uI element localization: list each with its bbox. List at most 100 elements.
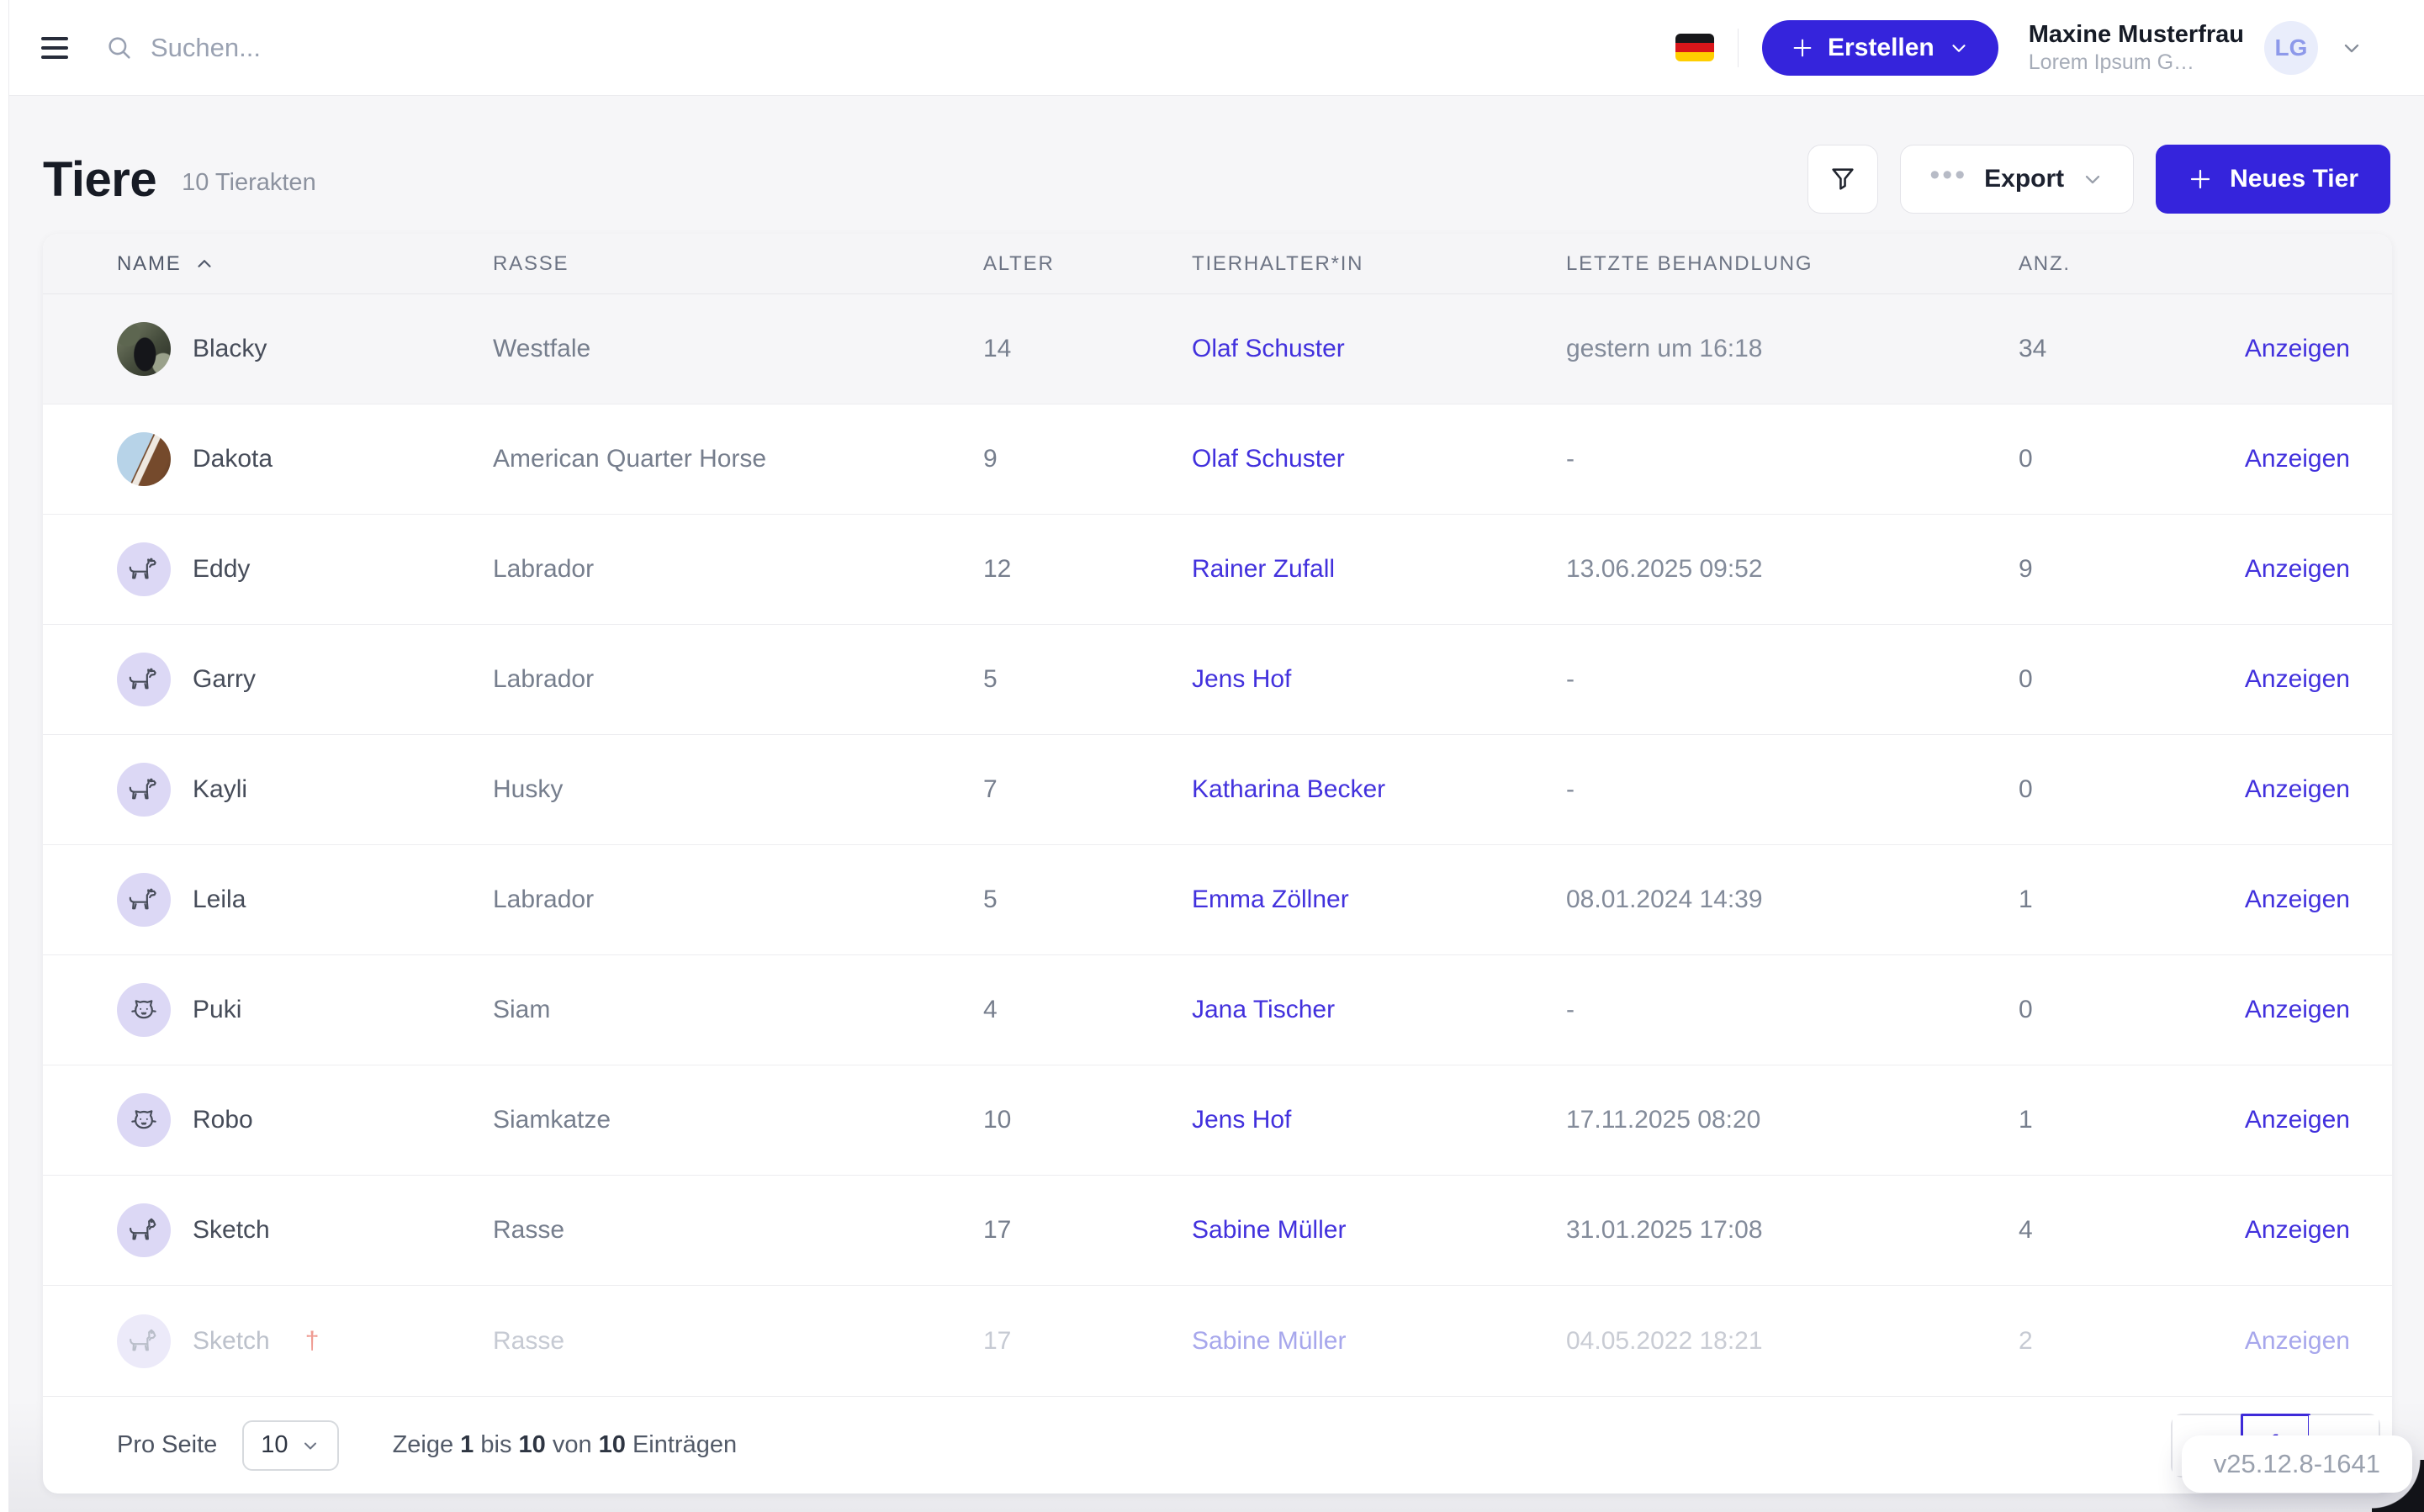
treatment-count-cell: 0 (2019, 665, 2230, 694)
pet-name-cell: Sketch (117, 1203, 493, 1257)
german-flag-icon[interactable] (1675, 34, 1714, 61)
menu-icon[interactable] (41, 37, 68, 59)
show-cell: Anzeigen (2230, 335, 2350, 363)
table-row[interactable]: PukiSiam4Jana Tischer-0Anzeigen (43, 955, 2392, 1065)
create-button[interactable]: Erstellen (1762, 20, 1998, 76)
show-cell: Anzeigen (2230, 775, 2350, 804)
show-link[interactable]: Anzeigen (2245, 1216, 2350, 1244)
table-row[interactable]: Sketch†Rasse17Sabine Müller04.05.2022 18… (43, 1286, 2392, 1396)
table-row[interactable]: KayliHusky7Katharina Becker-0Anzeigen (43, 735, 2392, 845)
show-link[interactable]: Anzeigen (2245, 665, 2350, 693)
owner-cell: Jens Hof (1192, 665, 1566, 694)
dog-icon (117, 763, 171, 817)
table-row[interactable]: BlackyWestfale14Olaf Schustergestern um … (43, 294, 2392, 404)
age-cell: 12 (983, 555, 1192, 584)
owner-link[interactable]: Olaf Schuster (1192, 335, 1345, 362)
breed-cell: Westfale (493, 335, 983, 363)
global-search (105, 33, 1675, 63)
pet-name-cell: Puki (117, 983, 493, 1037)
column-header-label: NAME (117, 252, 182, 276)
show-link[interactable]: Anzeigen (2245, 1106, 2350, 1134)
column-header-age[interactable]: ALTER (983, 252, 1192, 276)
column-header-owner[interactable]: TIERHALTER*IN (1192, 252, 1566, 276)
last-treatment-cell: 08.01.2024 14:39 (1566, 886, 2019, 914)
table-row[interactable]: RoboSiamkatze10Jens Hof17.11.2025 08:201… (43, 1065, 2392, 1176)
pet-name-cell: Kayli (117, 763, 493, 817)
column-header-label: LETZTE BEHANDLUNG (1566, 252, 1813, 276)
treatment-count-cell: 0 (2019, 445, 2230, 473)
last-treatment-cell: 04.05.2022 18:21 (1566, 1327, 2019, 1356)
age-cell: 5 (983, 886, 1192, 914)
treatment-count-cell: 34 (2019, 335, 2230, 363)
age-cell: 4 (983, 996, 1192, 1024)
user-name: Maxine Musterfrau (2029, 19, 2244, 50)
pet-photo-avatar (117, 322, 171, 376)
chevron-down-icon (1948, 37, 1970, 59)
last-treatment-cell: - (1566, 996, 2019, 1024)
search-input[interactable] (151, 33, 655, 63)
pet-name: Robo (193, 1106, 253, 1134)
owner-link[interactable]: Jana Tischer (1192, 996, 1335, 1023)
plus-icon (2188, 167, 2213, 192)
export-button-label: Export (1984, 165, 2064, 193)
show-link[interactable]: Anzeigen (2245, 775, 2350, 803)
pet-name-cell: Garry (117, 653, 493, 706)
table-row[interactable]: SketchRasse17Sabine Müller31.01.2025 17:… (43, 1176, 2392, 1286)
column-header-count[interactable]: ANZ. (2019, 252, 2230, 276)
table-row[interactable]: DakotaAmerican Quarter Horse9Olaf Schust… (43, 404, 2392, 515)
show-cell: Anzeigen (2230, 555, 2350, 584)
table-row[interactable]: LeilaLabrador5Emma Zöllner 08.01.2024 14:… (43, 845, 2392, 955)
show-link[interactable]: Anzeigen (2245, 445, 2350, 473)
breed-cell: American Quarter Horse (493, 445, 983, 473)
new-animal-button-label: Neues Tier (2230, 165, 2358, 193)
treatment-count-cell: 2 (2019, 1327, 2230, 1356)
record-count: 10 Tierakten (182, 162, 316, 197)
show-link[interactable]: Anzeigen (2245, 996, 2350, 1023)
column-header-label: TIERHALTER*IN (1192, 252, 1363, 276)
show-link[interactable]: Anzeigen (2245, 555, 2350, 583)
column-header-name[interactable]: NAME (117, 252, 493, 276)
table-row[interactable]: EddyLabrador12Rainer Zufall13.06.2025 09… (43, 515, 2392, 625)
show-link[interactable]: Anzeigen (2245, 886, 2350, 913)
breed-cell: Labrador (493, 665, 983, 694)
owner-link[interactable]: Emma Zöllner (1192, 886, 1349, 913)
show-cell: Anzeigen (2230, 1216, 2350, 1245)
breed-cell: Labrador (493, 886, 983, 914)
pet-name-cell: Dakota (117, 432, 493, 486)
age-cell: 14 (983, 335, 1192, 363)
column-header-label: ALTER (983, 252, 1055, 276)
column-header-last_treatment[interactable]: LETZTE BEHANDLUNG (1566, 252, 2019, 276)
new-animal-button[interactable]: Neues Tier (2156, 145, 2390, 214)
topbar-right: Erstellen Maxine Musterfrau Lorem Ipsum … (1675, 19, 2363, 77)
per-page-label: Pro Seite (117, 1431, 217, 1459)
show-link[interactable]: Anzeigen (2245, 335, 2350, 362)
owner-link[interactable]: Sabine Müller (1192, 1327, 1346, 1355)
owner-link[interactable]: Olaf Schuster (1192, 445, 1345, 473)
head-actions: ••• Export Neues Tier (1807, 145, 2390, 214)
owner-link[interactable]: Rainer Zufall (1192, 555, 1335, 583)
pet-name: Sketch (193, 1216, 270, 1245)
owner-link[interactable]: Jens Hof (1192, 1106, 1291, 1134)
owner-link[interactable]: Jens Hof (1192, 665, 1291, 693)
table-header: NAME RASSEALTER TIERHALTER*IN LETZTE BEHAND… (43, 234, 2392, 294)
content: Tiere 10 Tierakten ••• Export Neues Tier… (9, 96, 2424, 1512)
show-link[interactable]: Anzeigen (2245, 1327, 2350, 1355)
age-cell: 17 (983, 1216, 1192, 1245)
owner-link[interactable]: Sabine Müller (1192, 1216, 1346, 1244)
user-menu-chevron-icon[interactable] (2340, 36, 2363, 60)
user-info: Maxine Musterfrau Lorem Ipsum G… (2029, 19, 2244, 77)
pet-photo-avatar (117, 432, 171, 486)
table-row[interactable]: GarryLabrador5Jens Hof-0Anzeigen (43, 625, 2392, 735)
breed-cell: Siamkatze (493, 1106, 983, 1134)
filter-button[interactable] (1807, 145, 1878, 214)
show-cell: Anzeigen (2230, 996, 2350, 1024)
per-page-select[interactable]: 10 (242, 1420, 338, 1471)
user-avatar[interactable]: LG (2264, 21, 2318, 75)
owner-link[interactable]: Katharina Becker (1192, 775, 1385, 803)
app-window: Erstellen Maxine Musterfrau Lorem Ipsum … (8, 0, 2424, 1512)
pet-name-cell: Leila (117, 873, 493, 927)
deceased-icon: † (305, 1327, 320, 1356)
export-button[interactable]: ••• Export (1900, 145, 2134, 214)
owner-cell: Olaf Schuster (1192, 335, 1566, 363)
column-header-breed[interactable]: RASSE (493, 252, 983, 276)
